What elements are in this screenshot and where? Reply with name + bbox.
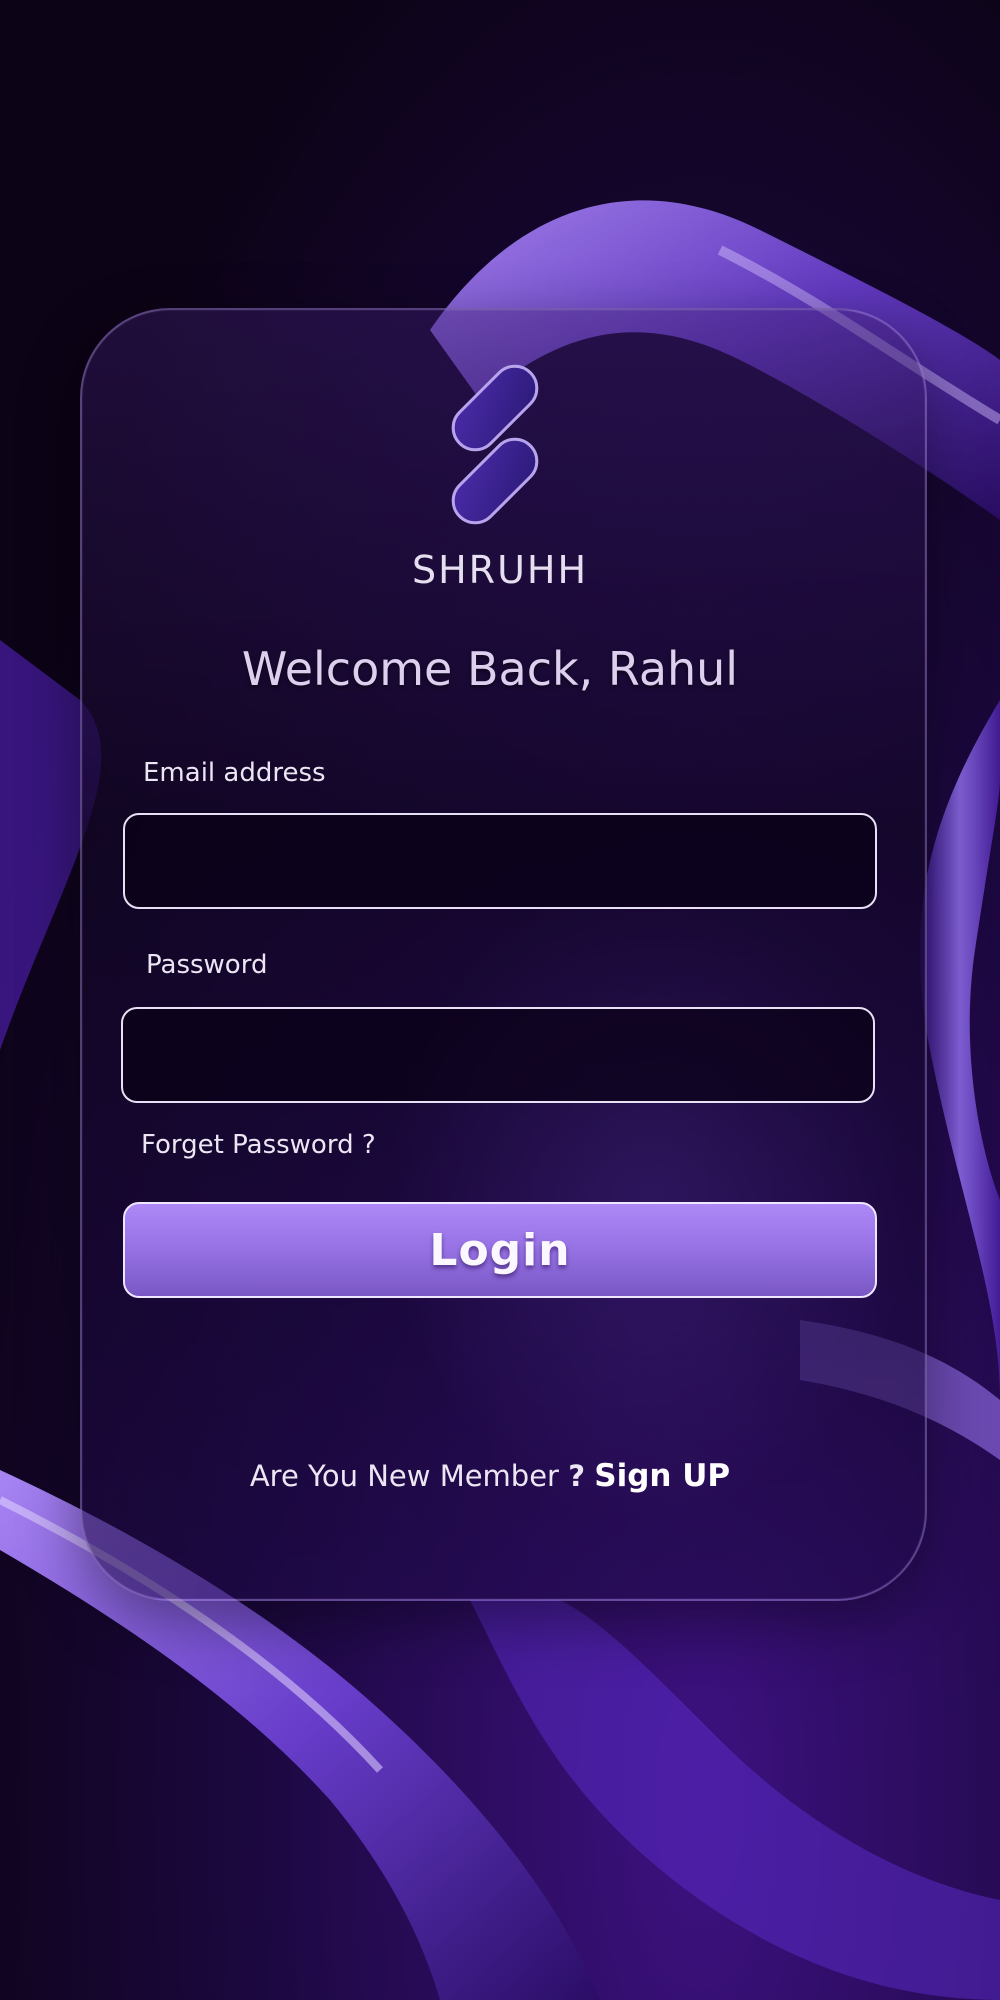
brand-name: SHRUHH <box>411 548 589 592</box>
email-label: Email address <box>143 758 326 788</box>
signup-link[interactable]: Sign UP <box>594 1458 730 1494</box>
question-mark: ? <box>568 1459 586 1493</box>
login-button[interactable]: Login <box>123 1202 877 1298</box>
login-screen: SHRUHH Welcome Back, Rahul Email address… <box>0 0 1000 2000</box>
brand-logo-icon <box>451 364 539 525</box>
password-label: Password <box>146 950 268 980</box>
email-field[interactable] <box>123 813 877 909</box>
password-field[interactable] <box>121 1007 875 1103</box>
new-member-text: Are You New Member <box>249 1459 559 1493</box>
signup-prompt: Are You New Member ? Sign UP <box>0 1458 980 1494</box>
welcome-heading: Welcome Back, Rahul <box>241 642 739 696</box>
forgot-password-link[interactable]: Forget Password ? <box>141 1130 376 1160</box>
